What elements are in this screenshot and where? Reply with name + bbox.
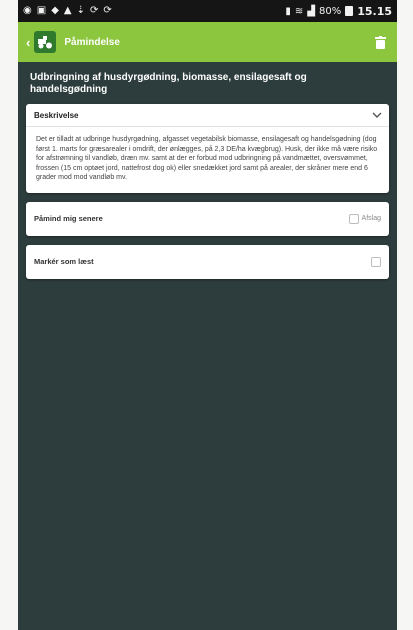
app-logo[interactable] xyxy=(34,31,57,53)
delete-button[interactable] xyxy=(369,31,391,53)
download-icon: ⇣ xyxy=(76,5,85,16)
location-icon: ◉ xyxy=(23,5,32,16)
sync-icon: ⟳ xyxy=(103,5,112,16)
status-bar-right: ▮ ≋ ▟ 80% 15.15 xyxy=(285,5,392,18)
remind-later-action[interactable]: Afslag xyxy=(348,213,381,224)
tractor-icon xyxy=(38,36,53,49)
description-card: Beskrivelse Det er tilladt at udbringe h… xyxy=(26,104,389,193)
app-bar: ‹ Påmindelse xyxy=(18,22,397,62)
back-icon[interactable]: ‹ xyxy=(26,35,30,50)
mark-as-read-label: Markér som læst xyxy=(34,257,94,267)
mark-as-read-checkbox[interactable] xyxy=(371,256,381,267)
chevron-down-icon[interactable] xyxy=(371,109,383,121)
wifi-icon: ≋ xyxy=(294,5,304,17)
battery-level: 80% xyxy=(318,5,342,17)
vibrate-icon: ▮ xyxy=(285,5,291,17)
main-content: Udbringning af husdyrgødning, biomasse, … xyxy=(18,72,397,279)
phone-screen: ◉ ▣ ◆ ▲ ⇣ ⟳ ⟳ ▮ ≋ ▟ 80% 15.15 ‹ Påmindel… xyxy=(18,0,397,630)
sync-icon: ⟳ xyxy=(89,5,99,16)
trash-icon xyxy=(374,35,386,49)
remind-later-row[interactable]: Påmind mig senere Afslag xyxy=(26,202,389,236)
calendar-icon xyxy=(348,213,359,224)
status-bar-left-icons: ◉ ▣ ◆ ▲ ⇣ ⟳ ⟳ xyxy=(23,6,112,16)
shield-icon: ◆ xyxy=(51,5,59,16)
remind-later-card[interactable]: Påmind mig senere Afslag xyxy=(26,201,389,236)
task-title: Udbringning af husdyrgødning, biomasse, … xyxy=(30,72,307,95)
status-bar: ◉ ▣ ◆ ▲ ⇣ ⟳ ⟳ ▮ ≋ ▟ 80% 15.15 xyxy=(18,0,397,22)
description-header-label: Beskrivelse xyxy=(34,110,79,120)
mark-as-read-row[interactable]: Markér som læst xyxy=(26,245,389,279)
chevron-down-shape xyxy=(372,112,382,118)
remind-later-action-label: Afslag xyxy=(361,215,381,223)
clock: 15.15 xyxy=(357,4,392,18)
remind-later-label: Påmind mig senere xyxy=(34,214,103,224)
battery-icon xyxy=(345,6,354,16)
mark-as-read-card[interactable]: Markér som læst xyxy=(26,244,389,279)
description-text: Det er tilladt at udbringe husdyrgødning… xyxy=(36,136,378,182)
description-header[interactable]: Beskrivelse xyxy=(26,104,389,127)
image-icon: ▣ xyxy=(36,5,47,16)
signal-icon: ▟ xyxy=(307,5,315,17)
warning-icon: ▲ xyxy=(63,5,72,16)
app-title: Påmindelse xyxy=(64,36,120,48)
